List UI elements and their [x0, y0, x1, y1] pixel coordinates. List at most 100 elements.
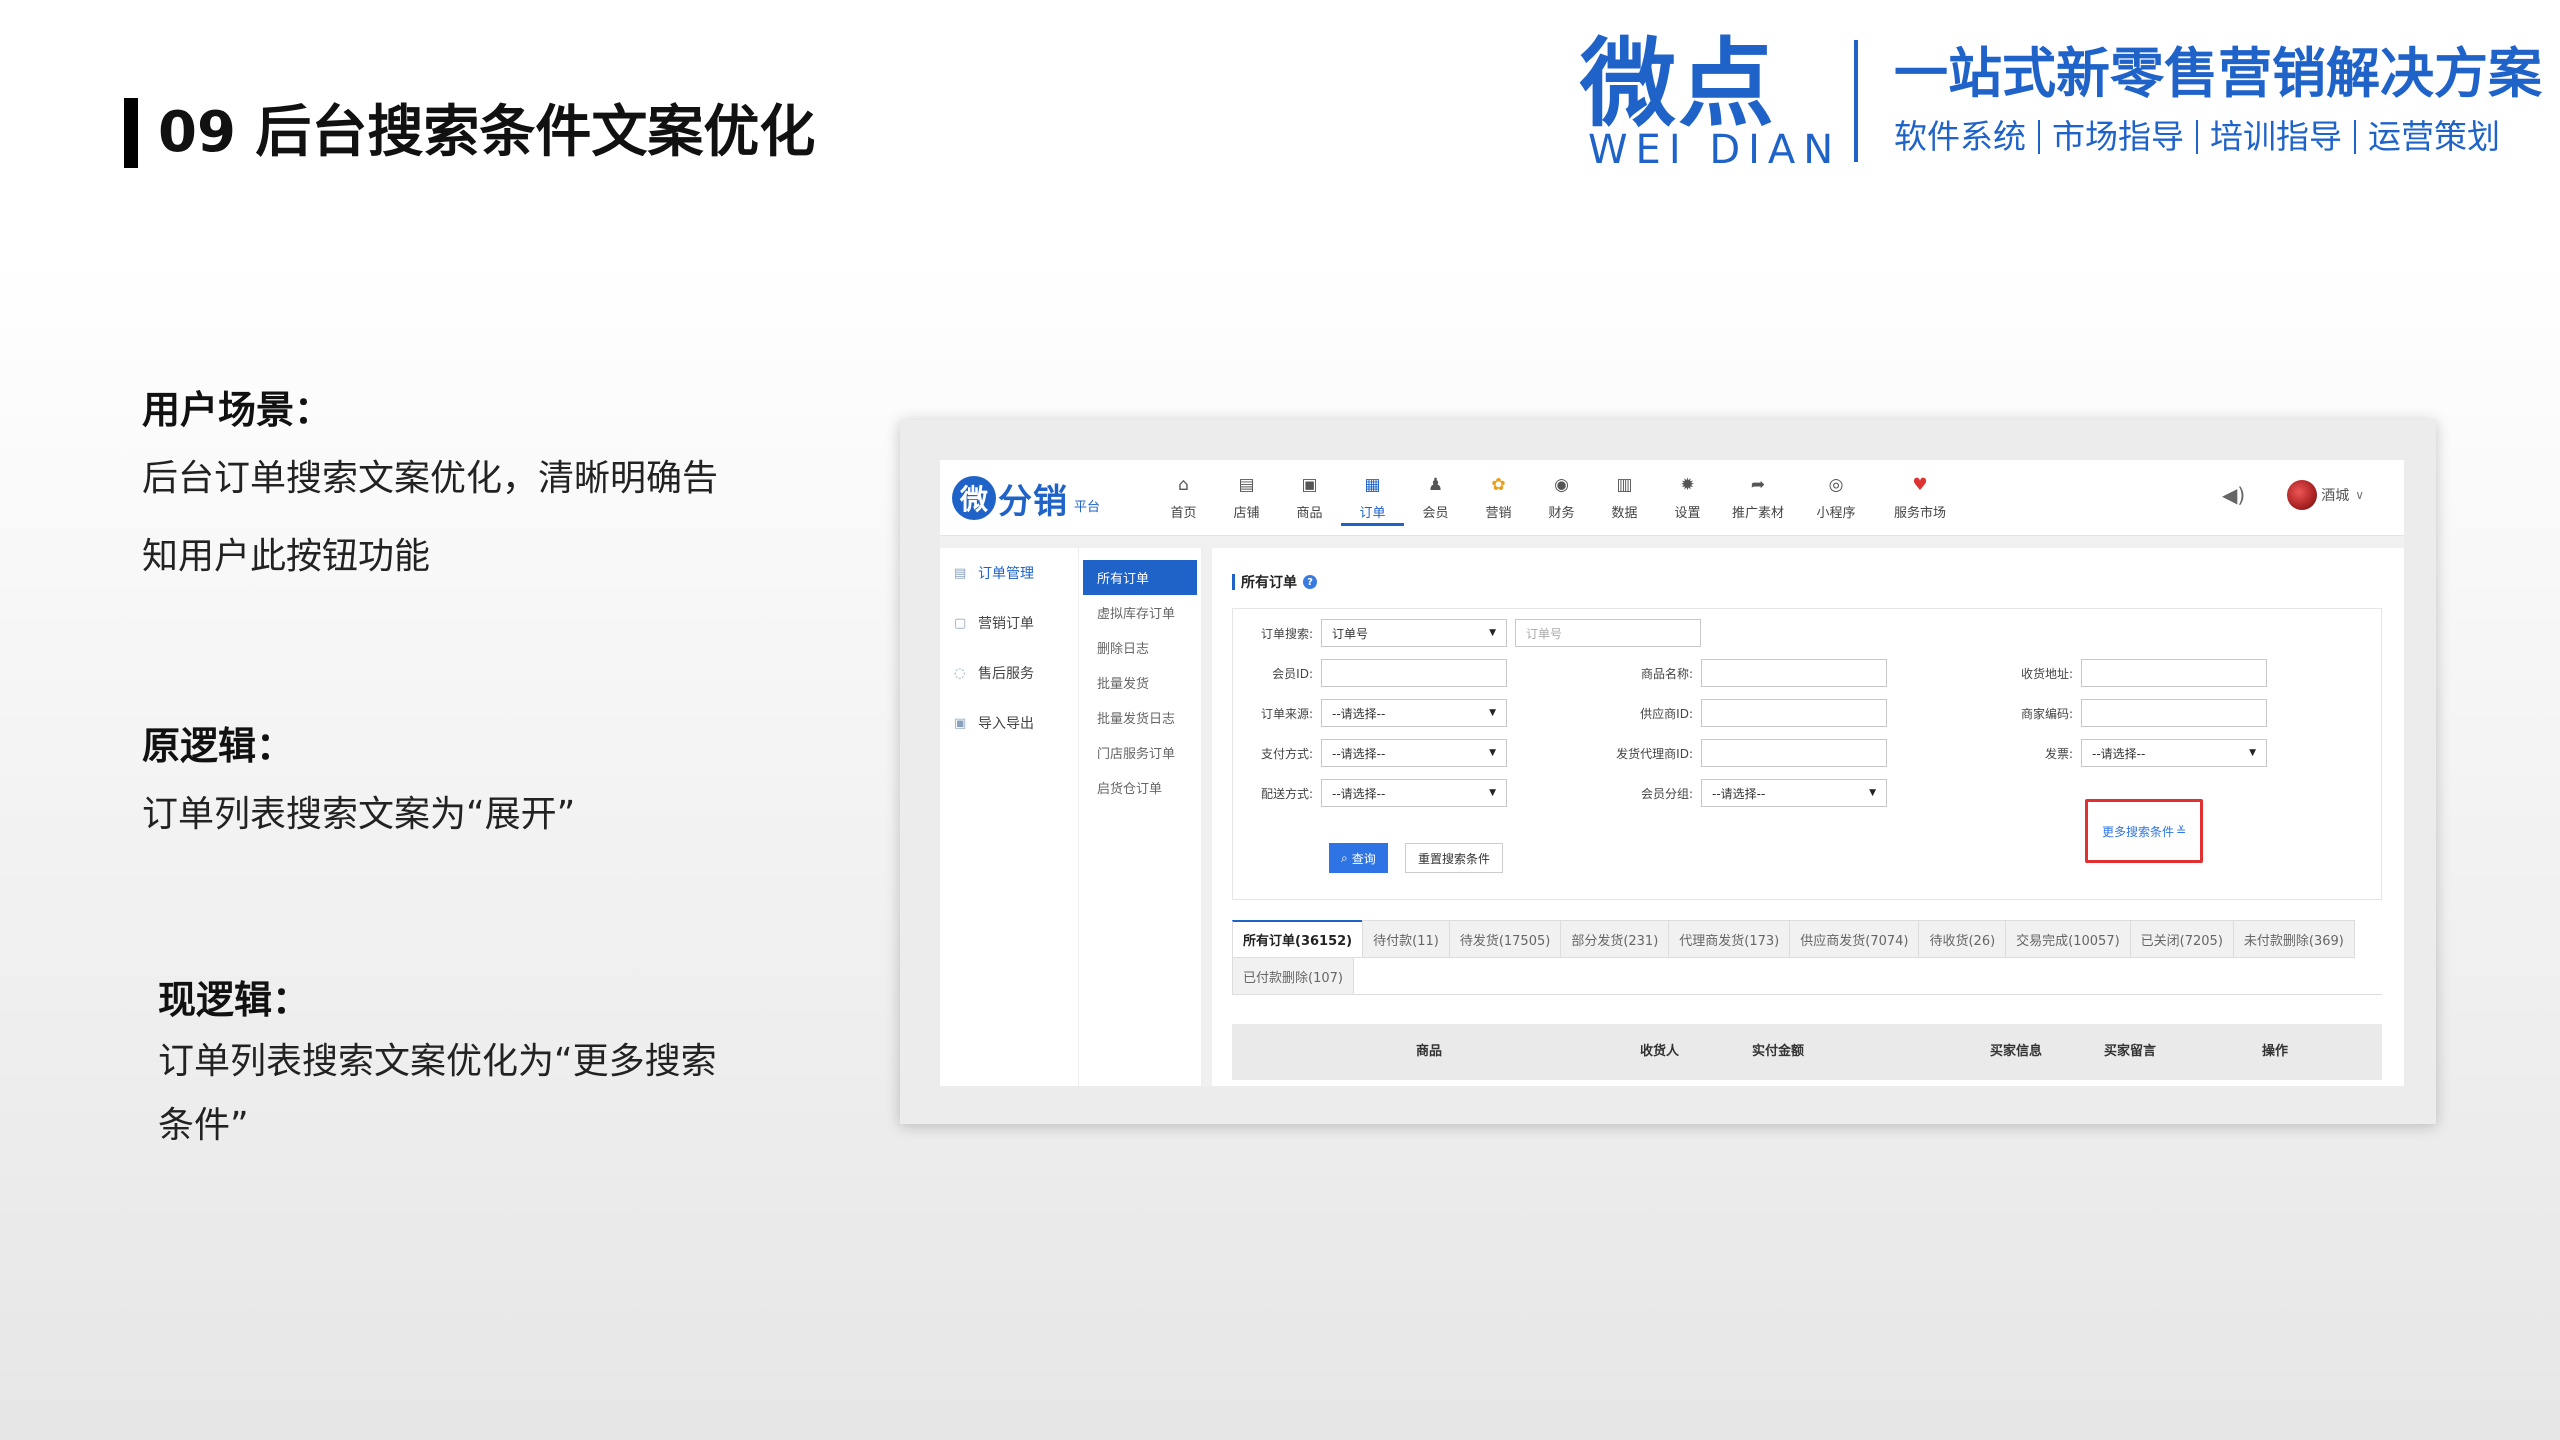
nav-label: 订单: [1359, 506, 1386, 521]
main-content: 所有订单 ? 订单搜索: 订单号 ▼ 订单号 会员ID: 商品名称: 收货地址:: [1212, 548, 2404, 1086]
order-source-select[interactable]: --请选择-- ▼: [1321, 699, 1507, 727]
more-search-conditions-button[interactable]: 更多搜索条件 ≚: [2085, 799, 2203, 863]
order-number-input[interactable]: 订单号: [1515, 619, 1701, 647]
invoice-select[interactable]: --请选择-- ▼: [2081, 739, 2267, 767]
speaker-icon[interactable]: ◀): [2222, 483, 2245, 507]
sidebar-item-aftersale[interactable]: ◌ 售后服务: [940, 648, 1078, 698]
nav-label: 推广素材: [1731, 506, 1784, 521]
column-header: 实付金额: [1752, 1044, 1805, 1059]
section-old-logic: 原逻辑： 订单列表搜索文案为“展开”: [142, 716, 822, 854]
filter-row-5: 配送方式: --请选择-- ▼ 会员分组: --请选择-- ▼: [1233, 779, 1887, 807]
select-value: --请选择--: [1332, 706, 1386, 721]
delivery-method-select[interactable]: --请选择-- ▼: [1321, 779, 1507, 807]
nav-finance[interactable]: ◉ 财务: [1530, 470, 1593, 526]
subnav-batch-ship-log[interactable]: 批量发货日志: [1083, 700, 1197, 735]
order-search-type-select[interactable]: 订单号 ▼: [1321, 619, 1507, 647]
sidebar-item-order-manage[interactable]: ▤ 订单管理: [940, 548, 1078, 598]
filter-row-4: 支付方式: --请选择-- ▼ 发货代理商ID: 发票: --请选择-- ▼: [1233, 739, 2267, 767]
settings-icon: ✹: [1680, 475, 1695, 495]
sidebar-item-label: 订单管理: [978, 566, 1034, 582]
service-item: 运营策划: [2368, 117, 2500, 156]
nav-data[interactable]: ▥ 数据: [1593, 470, 1656, 526]
nav-label: 会员: [1422, 506, 1449, 521]
section-user-scene: 用户场景： 后台订单搜索文案优化，清晰明确告 知用户此按钮功能: [142, 380, 822, 596]
tab-partial-shipped[interactable]: 部分发货(231): [1560, 920, 1670, 958]
tab-supplier-shipped[interactable]: 供应商发货(7074): [1789, 920, 1920, 958]
nav-label: 数据: [1611, 506, 1638, 521]
agent-id-input[interactable]: [1701, 739, 1887, 767]
sidebar-item-label: 导入导出: [978, 716, 1034, 732]
section-heading: 现逻辑：: [158, 978, 311, 1022]
tab-pending-receipt[interactable]: 待收货(26): [1918, 920, 2007, 958]
user-name[interactable]: 酒城: [2321, 485, 2349, 505]
nav-store[interactable]: ▤ 店铺: [1215, 470, 1278, 526]
nav-marketing[interactable]: ✿ 营销: [1467, 470, 1530, 526]
help-icon[interactable]: ?: [1303, 575, 1317, 589]
screenshot-frame: 微 分销 平台 ⌂ 首页 ▤ 店铺 ▣ 商品 ▦ 订单 ♟ 会员 ✿ 营销 ◉ 财务 ▥ 数据 …: [900, 420, 2436, 1124]
subnav-batch-ship[interactable]: 批量发货: [1083, 665, 1197, 700]
caret-down-icon: ▼: [1869, 788, 1876, 798]
select-value: 订单号: [1332, 626, 1369, 641]
brand-slogan: 一站式新零售营销解决方案: [1894, 42, 2542, 105]
tab-paid-deleted[interactable]: 已付款删除(107): [1232, 957, 1354, 995]
nav-promo-material[interactable]: ➦ 推广素材: [1719, 470, 1797, 526]
nav-member[interactable]: ♟ 会员: [1404, 470, 1467, 526]
section-text: 订单列表搜索文案优化为“更多搜索: [158, 1041, 717, 1082]
pay-method-select[interactable]: --请选择-- ▼: [1321, 739, 1507, 767]
nav-order[interactable]: ▦ 订单: [1341, 470, 1404, 526]
supplier-id-input[interactable]: [1701, 699, 1887, 727]
tab-agent-shipped[interactable]: 代理商发货(173): [1668, 920, 1791, 958]
app-logo[interactable]: 微 分销 平台: [952, 472, 1100, 524]
order-status-tabs: 所有订单(36152) 待付款(11) 待发货(17505) 部分发货(231)…: [1232, 920, 2382, 995]
subnav-all-orders[interactable]: 所有订单: [1083, 560, 1197, 595]
search-button[interactable]: ⌕ 查询: [1329, 843, 1388, 873]
tab-unpaid-deleted[interactable]: 未付款删除(369): [2232, 920, 2355, 958]
nav-label: 服务市场: [1893, 506, 1946, 521]
nav-home[interactable]: ⌂ 首页: [1152, 470, 1215, 526]
search-filter-panel: 订单搜索: 订单号 ▼ 订单号 会员ID: 商品名称: 收货地址: 订单来源: -…: [1232, 608, 2382, 900]
data-icon: ▥: [1616, 475, 1633, 495]
merchant-code-input[interactable]: [2081, 699, 2267, 727]
search-button-label: 查询: [1351, 851, 1376, 866]
sidebar-item-import-export[interactable]: ▣ 导入导出: [940, 698, 1078, 748]
goods-name-input[interactable]: [1701, 659, 1887, 687]
tab-all-orders[interactable]: 所有订单(36152): [1232, 920, 1364, 958]
caret-down-icon: ▼: [1489, 628, 1496, 638]
tab-pending-payment[interactable]: 待付款(11): [1362, 920, 1450, 958]
share-icon: ➦: [1750, 475, 1766, 495]
avatar[interactable]: [2287, 480, 2318, 510]
member-group-select[interactable]: --请选择-- ▼: [1701, 779, 1887, 807]
brand-logo-en: WEI DIAN: [1588, 127, 1842, 173]
tab-pending-shipment[interactable]: 待发货(17505): [1448, 920, 1562, 958]
address-input[interactable]: [2081, 659, 2267, 687]
chevron-down-icon[interactable]: ∨: [2355, 488, 2364, 502]
slide-title: 09 后台搜索条件文案优化: [158, 100, 816, 165]
page-title: 所有订单 ?: [1232, 572, 1317, 592]
brand-header: 微点 WEI DIAN 一站式新零售营销解决方案 软件系统 市场指导 培训指导 …: [1580, 34, 2542, 172]
caret-down-icon: ▼: [1489, 788, 1496, 798]
nav-label: 商品: [1296, 506, 1323, 521]
service-item: 市场指导: [2052, 117, 2184, 156]
store-icon: ▤: [1238, 475, 1255, 495]
service-item: 软件系统: [1894, 117, 2026, 156]
sidebar-item-marketing-order[interactable]: ▢ 营销订单: [940, 598, 1078, 648]
column-header: 买家信息: [1990, 1044, 2043, 1059]
member-id-input[interactable]: [1321, 659, 1507, 687]
subnav-warehouse-orders[interactable]: 启货仓订单: [1083, 770, 1197, 805]
section-heading: 用户场景：: [142, 388, 333, 432]
tab-closed[interactable]: 已关闭(7205): [2129, 920, 2234, 958]
more-conditions-label: 更多搜索条件: [2101, 824, 2174, 839]
search-icon: ⌕: [1341, 850, 1348, 865]
nav-settings[interactable]: ✹ 设置: [1656, 470, 1719, 526]
service-market-icon: ♥: [1912, 475, 1928, 495]
subnav-virtual-stock-orders[interactable]: 虚拟库存订单: [1083, 595, 1197, 630]
nav-service-market[interactable]: ♥ 服务市场: [1875, 470, 1965, 526]
reset-search-button[interactable]: 重置搜索条件: [1405, 843, 1504, 873]
subnav-delete-log[interactable]: 删除日志: [1083, 630, 1197, 665]
tab-completed[interactable]: 交易完成(10057): [2005, 920, 2131, 958]
nav-goods[interactable]: ▣ 商品: [1278, 470, 1341, 526]
filter-row-2: 会员ID: 商品名称: 收货地址:: [1233, 659, 2267, 687]
nav-label: 营销: [1485, 506, 1512, 521]
nav-miniprogram[interactable]: ◎ 小程序: [1797, 470, 1875, 526]
subnav-store-service-orders[interactable]: 门店服务订单: [1083, 735, 1197, 770]
